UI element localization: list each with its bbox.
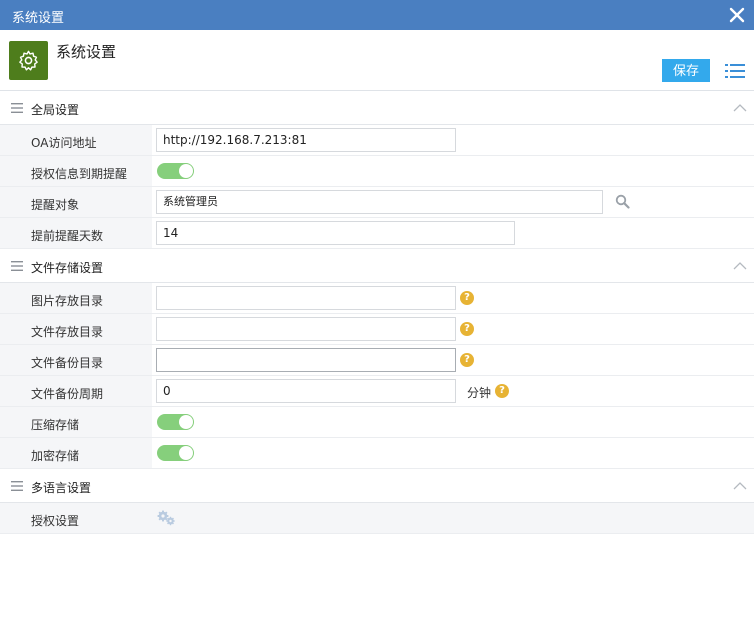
- help-icon[interactable]: ?: [460, 322, 474, 336]
- section-title: 文件存储设置: [31, 261, 104, 275]
- remind-target-input[interactable]: 系统管理员: [156, 190, 603, 214]
- field-label: 文件备份周期: [31, 387, 104, 401]
- chevron-up-icon[interactable]: [733, 103, 747, 112]
- row-file-dir: 文件存放目录 ?: [0, 314, 754, 345]
- field-cell: 系统管理员: [152, 187, 754, 217]
- toggle-knob: [179, 164, 193, 178]
- field-label: 提前提醒天数: [31, 229, 104, 243]
- save-button[interactable]: 保存: [662, 59, 710, 82]
- help-icon[interactable]: ?: [460, 353, 474, 367]
- page-title: 系统设置: [56, 43, 117, 61]
- menu-icon: [11, 261, 23, 271]
- row-backup-dir: 文件备份目录 ?: [0, 345, 754, 376]
- row-license-settings: 授权设置: [0, 503, 754, 534]
- section-global-header[interactable]: 全局设置: [0, 91, 754, 125]
- expiry-reminder-toggle[interactable]: [157, 163, 194, 179]
- row-encrypt-storage: 加密存储: [0, 438, 754, 469]
- section-language-header[interactable]: 多语言设置: [0, 469, 754, 503]
- section-storage-header[interactable]: 文件存储设置: [0, 249, 754, 283]
- field-cell: [152, 503, 754, 533]
- field-cell: ?: [152, 345, 754, 375]
- field-cell: [152, 438, 754, 468]
- section-title: 多语言设置: [31, 481, 92, 495]
- field-label: 文件存放目录: [31, 325, 104, 339]
- row-oa-url: OA访问地址 http://192.168.7.213:81: [0, 125, 754, 156]
- search-icon[interactable]: [615, 194, 630, 209]
- field-label: 图片存放目录: [31, 294, 104, 308]
- window-titlebar: 系统设置: [0, 0, 754, 30]
- field-label: 提醒对象: [31, 198, 80, 212]
- compress-storage-toggle[interactable]: [157, 414, 194, 430]
- field-cell: http://192.168.7.213:81: [152, 125, 754, 155]
- field-label: 压缩存储: [31, 418, 80, 432]
- row-backup-cycle: 文件备份周期 0 分钟 ?: [0, 376, 754, 407]
- advance-days-input[interactable]: 14: [156, 221, 515, 245]
- field-cell: 14: [152, 218, 754, 248]
- unit-label: 分钟: [467, 386, 492, 400]
- field-label: 文件备份目录: [31, 356, 104, 370]
- menu-icon: [11, 481, 23, 491]
- field-cell: 0 分钟 ?: [152, 376, 754, 406]
- app-icon: [9, 41, 48, 80]
- field-cell: ?: [152, 314, 754, 344]
- section-title: 全局设置: [31, 103, 80, 117]
- field-label: 加密存储: [31, 449, 80, 463]
- row-advance-days: 提前提醒天数 14: [0, 218, 754, 249]
- chevron-up-icon[interactable]: [733, 481, 747, 490]
- menu-icon: [11, 103, 23, 113]
- toggle-knob: [179, 415, 193, 429]
- row-image-dir: 图片存放目录 ?: [0, 283, 754, 314]
- file-dir-input[interactable]: [156, 317, 456, 341]
- section-language-body: 授权设置: [0, 503, 754, 534]
- field-cell: [152, 407, 754, 437]
- section-storage-body: 图片存放目录 ? 文件存放目录 ? 文件备份目录 ? 文件备份周期 0 分钟 ?…: [0, 283, 754, 469]
- section-global-body: OA访问地址 http://192.168.7.213:81 授权信息到期提醒 …: [0, 125, 754, 249]
- list-icon[interactable]: [725, 63, 745, 79]
- chevron-up-icon[interactable]: [733, 261, 747, 270]
- help-icon[interactable]: ?: [495, 384, 509, 398]
- encrypt-storage-toggle[interactable]: [157, 445, 194, 461]
- field-label: OA访问地址: [31, 136, 97, 150]
- image-dir-input[interactable]: [156, 286, 456, 310]
- backup-dir-input[interactable]: [156, 348, 456, 372]
- toggle-knob: [179, 446, 193, 460]
- row-compress-storage: 压缩存储: [0, 407, 754, 438]
- page-header: 系统设置 保存: [0, 30, 754, 91]
- gear-icon: [19, 50, 38, 71]
- field-cell: [152, 156, 754, 186]
- field-cell: ?: [152, 283, 754, 313]
- row-expiry-reminder: 授权信息到期提醒: [0, 156, 754, 187]
- row-remind-target: 提醒对象 系统管理员: [0, 187, 754, 218]
- field-label: 授权设置: [31, 514, 80, 528]
- close-icon[interactable]: [728, 6, 746, 24]
- window-title: 系统设置: [12, 11, 65, 26]
- gears-icon[interactable]: [157, 510, 176, 526]
- field-label: 授权信息到期提醒: [31, 167, 128, 181]
- backup-cycle-input[interactable]: 0: [156, 379, 456, 403]
- oa-url-input[interactable]: http://192.168.7.213:81: [156, 128, 456, 152]
- help-icon[interactable]: ?: [460, 291, 474, 305]
